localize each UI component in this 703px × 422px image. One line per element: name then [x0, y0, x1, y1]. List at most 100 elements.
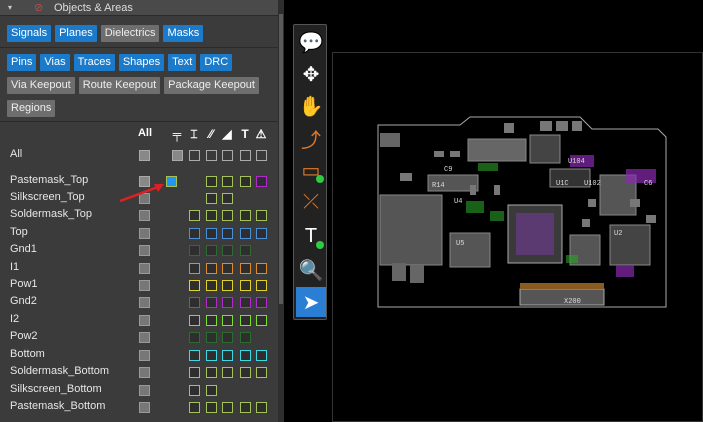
comment-tool[interactable]: 💬 [296, 27, 326, 57]
layer-object-toggle[interactable] [189, 263, 200, 274]
layer-object-toggle[interactable] [240, 315, 251, 326]
layer-all-toggle[interactable] [139, 263, 150, 274]
layer-object-toggle[interactable] [222, 280, 233, 291]
edit-trace-tool[interactable]: ⤫ [296, 187, 326, 217]
layer-object-toggle[interactable] [256, 228, 267, 239]
layer-object-toggle[interactable] [206, 228, 217, 239]
layer-object-toggle[interactable] [222, 367, 233, 378]
filter-button-package-keepout[interactable]: Package Keepout [164, 77, 259, 94]
filter-button-dielectrics[interactable]: Dielectrics [100, 25, 160, 42]
layer-all-toggle[interactable] [139, 350, 150, 361]
pan-tool[interactable]: ✋ [296, 91, 326, 121]
layer-object-toggle[interactable] [222, 332, 233, 343]
filter-button-vias[interactable]: Vias [40, 54, 70, 71]
layer-object-toggle[interactable] [172, 150, 183, 161]
add-text-tool[interactable]: T [296, 221, 326, 251]
layer-object-toggle[interactable] [189, 210, 200, 221]
layer-object-toggle[interactable] [206, 263, 217, 274]
layer-object-toggle[interactable] [256, 350, 267, 361]
pcb-board[interactable]: U4 C9 R14 U5 U104 U1C U102 U2 C6 X200 [370, 115, 670, 315]
layer-object-toggle[interactable] [206, 385, 217, 396]
layer-object-toggle[interactable] [256, 263, 267, 274]
layer-all-toggle[interactable] [139, 332, 150, 343]
layer-all-toggle[interactable] [139, 402, 150, 413]
layer-object-toggle[interactable] [256, 176, 267, 187]
layer-object-toggle[interactable] [206, 210, 217, 221]
layer-object-toggle[interactable] [189, 367, 200, 378]
layer-object-toggle[interactable] [206, 280, 217, 291]
layer-object-toggle[interactable] [189, 402, 200, 413]
layer-all-toggle[interactable] [139, 228, 150, 239]
layer-object-toggle[interactable] [189, 315, 200, 326]
pin-icon[interactable]: ╤ [171, 128, 183, 140]
filter-button-traces[interactable]: Traces [73, 54, 115, 71]
layer-object-toggle[interactable] [189, 332, 200, 343]
layer-object-toggle[interactable] [222, 210, 233, 221]
layer-object-toggle[interactable] [240, 210, 251, 221]
layer-object-toggle[interactable] [222, 350, 233, 361]
layer-object-toggle[interactable] [240, 150, 251, 161]
layer-object-toggle[interactable] [206, 350, 217, 361]
layer-all-toggle[interactable] [139, 367, 150, 378]
layer-object-toggle[interactable] [240, 245, 251, 256]
layer-object-toggle[interactable] [240, 350, 251, 361]
layer-object-toggle[interactable] [222, 150, 233, 161]
layer-object-toggle[interactable] [189, 350, 200, 361]
layer-object-toggle[interactable] [240, 263, 251, 274]
layer-object-toggle[interactable] [256, 297, 267, 308]
layer-object-toggle[interactable] [206, 176, 217, 187]
layer-object-toggle[interactable] [206, 402, 217, 413]
layer-object-toggle[interactable] [189, 228, 200, 239]
layer-object-toggle[interactable] [206, 367, 217, 378]
via-icon[interactable]: ⌶ [188, 128, 200, 140]
filter-button-via-keepout[interactable]: Via Keepout [7, 77, 75, 94]
layer-all-toggle[interactable] [139, 315, 150, 326]
move-tool[interactable]: ✥ [296, 59, 326, 89]
filter-button-route-keepout[interactable]: Route Keepout [78, 77, 161, 94]
layer-object-toggle[interactable] [222, 297, 233, 308]
layer-object-toggle[interactable] [189, 245, 200, 256]
filter-button-shapes[interactable]: Shapes [118, 54, 165, 71]
layer-object-toggle[interactable] [222, 193, 233, 204]
filter-button-text[interactable]: Text [168, 54, 197, 71]
layer-object-toggle[interactable] [256, 402, 267, 413]
layer-object-toggle[interactable] [240, 228, 251, 239]
layer-object-toggle[interactable] [206, 332, 217, 343]
filter-button-pins[interactable]: Pins [7, 54, 37, 71]
filter-button-regions[interactable]: Regions [7, 100, 56, 117]
layer-object-toggle[interactable] [222, 315, 233, 326]
layer-object-toggle[interactable] [240, 367, 251, 378]
layer-object-toggle[interactable] [256, 210, 267, 221]
layer-object-toggle[interactable] [256, 315, 267, 326]
layer-object-toggle[interactable] [222, 245, 233, 256]
layer-all-toggle[interactable] [139, 297, 150, 308]
layer-object-toggle[interactable] [189, 150, 200, 161]
layer-object-toggle[interactable] [206, 297, 217, 308]
layer-all-toggle[interactable] [139, 210, 150, 221]
layer-object-toggle[interactable] [240, 332, 251, 343]
filter-button-planes[interactable]: Planes [55, 25, 97, 42]
layer-object-toggle[interactable] [206, 245, 217, 256]
shape-icon[interactable]: ◢ [221, 128, 233, 140]
layer-object-toggle[interactable] [189, 385, 200, 396]
trace-icon[interactable]: ⁄⁄ [205, 128, 217, 140]
layer-object-toggle[interactable] [240, 297, 251, 308]
layer-all-toggle[interactable] [139, 150, 150, 161]
layer-all-toggle[interactable] [139, 245, 150, 256]
zoom-tool[interactable]: 🔍 [296, 255, 326, 285]
layer-object-toggle[interactable] [206, 315, 217, 326]
text-icon[interactable]: T [239, 128, 251, 140]
layer-object-toggle[interactable] [206, 150, 217, 161]
select-tool[interactable]: ➤ [296, 287, 326, 317]
layer-object-toggle[interactable] [240, 402, 251, 413]
layer-object-toggle[interactable] [240, 280, 251, 291]
layer-object-toggle[interactable] [222, 402, 233, 413]
layer-object-toggle[interactable] [256, 150, 267, 161]
layer-object-toggle[interactable] [222, 263, 233, 274]
collapse-icon[interactable]: ▾ [8, 3, 18, 13]
layer-object-toggle[interactable] [222, 228, 233, 239]
layer-object-toggle[interactable] [189, 297, 200, 308]
layer-object-toggle[interactable] [256, 367, 267, 378]
layer-object-toggle[interactable] [206, 193, 217, 204]
add-component-tool[interactable]: ▭ [296, 155, 326, 185]
